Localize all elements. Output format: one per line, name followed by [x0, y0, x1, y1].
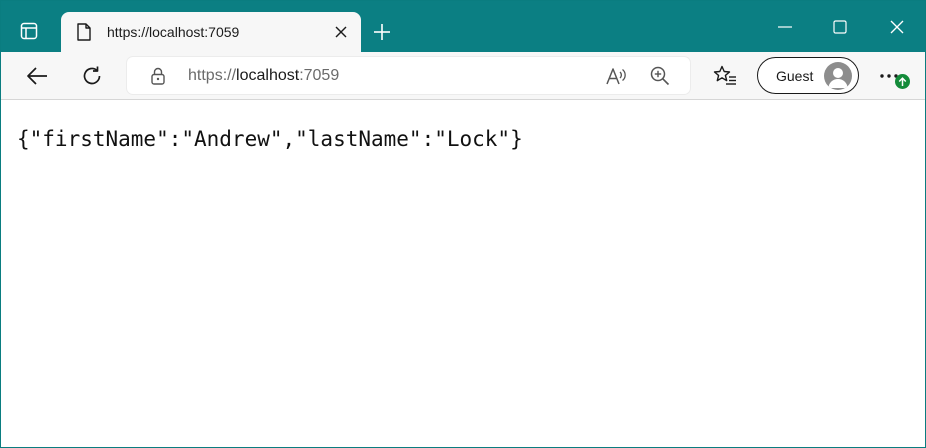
zoom-button[interactable] [647, 63, 673, 89]
browser-window: https://localhost:7059 https://localhost… [0, 0, 926, 448]
favorites-button[interactable] [709, 60, 741, 92]
read-aloud-button[interactable] [603, 63, 629, 89]
json-response-text: {"firstName":"Andrew","lastName":"Lock"} [17, 127, 523, 151]
update-badge [895, 74, 910, 89]
profile-label: Guest [776, 67, 814, 84]
url-port: :7059 [299, 67, 340, 84]
title-bar: https://localhost:7059 [1, 1, 925, 52]
refresh-icon [83, 66, 101, 85]
tab-actions-icon [20, 22, 38, 40]
maximize-button[interactable] [820, 7, 860, 47]
back-arrow-icon [27, 67, 47, 85]
page-icon [77, 22, 93, 42]
page-content: {"firstName":"Andrew","lastName":"Lock"} [1, 101, 925, 447]
back-button[interactable] [21, 60, 53, 92]
window-close-button[interactable] [877, 7, 917, 47]
zoom-icon [650, 66, 670, 86]
tab-active[interactable]: https://localhost:7059 [61, 12, 361, 52]
plus-icon [374, 24, 390, 40]
maximize-icon [833, 20, 847, 34]
url-scheme: https:// [188, 67, 237, 84]
new-tab-button[interactable] [367, 17, 397, 47]
close-icon [335, 26, 347, 38]
avatar-icon [824, 61, 852, 90]
url-host: localhost [236, 67, 300, 84]
address-bar[interactable]: https://localhost:7059 [127, 57, 690, 94]
tab-title: https://localhost:7059 [107, 24, 240, 40]
profile-button[interactable]: Guest [757, 57, 859, 94]
minimize-button[interactable] [765, 7, 805, 47]
tab-close-button[interactable] [327, 18, 355, 46]
favorites-icon [713, 65, 736, 85]
window-close-icon [890, 20, 904, 34]
url-text[interactable]: https://localhost:7059 [188, 67, 339, 85]
read-aloud-icon [606, 68, 626, 85]
toolbar: https://localhost:7059 Guest [1, 52, 925, 100]
refresh-button[interactable] [76, 60, 108, 92]
minimize-icon [778, 26, 792, 28]
lock-icon[interactable] [149, 66, 167, 86]
tab-actions-button[interactable] [9, 15, 49, 47]
update-arrow-icon [898, 76, 907, 86]
